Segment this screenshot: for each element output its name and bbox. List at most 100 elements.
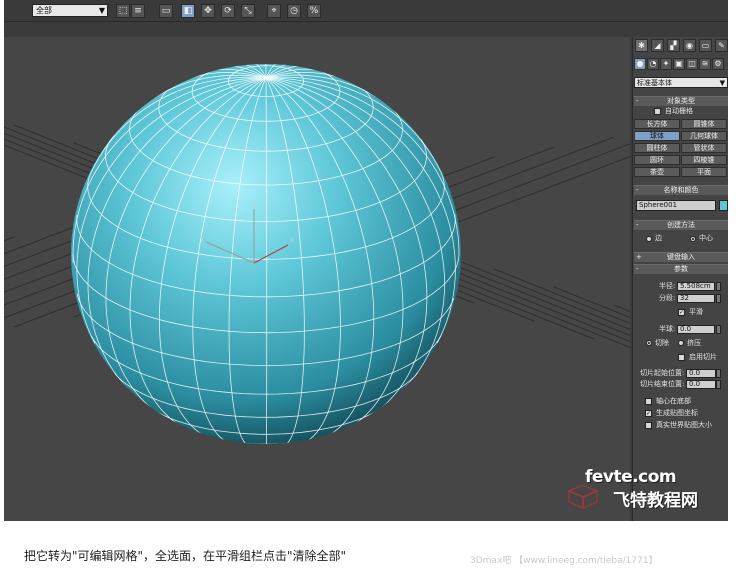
creation-method-title: 创建方法 <box>667 221 695 229</box>
expand-icon: + <box>636 253 642 261</box>
enable-slice-label: 启用切片 <box>689 353 717 361</box>
collapse-icon: - <box>636 97 639 105</box>
snap-icon[interactable]: ⌖ <box>267 4 281 18</box>
squash-radio[interactable] <box>678 340 684 346</box>
perspective-viewport[interactable]: x y z <box>4 37 630 521</box>
real-world-label: 真实世界贴图大小 <box>656 421 712 429</box>
object-type-button-7[interactable]: 四棱锥 <box>681 155 727 165</box>
geometry-icon[interactable]: ● <box>634 58 646 70</box>
viewport-canvas: x y z <box>4 64 630 444</box>
create-tab-icon[interactable]: ✱ <box>635 39 648 52</box>
autogrid-checkbox[interactable] <box>654 108 661 115</box>
chevron-down-icon: ▼ <box>719 79 725 87</box>
object-type-button-3[interactable]: 几何球体 <box>681 131 727 141</box>
main-toolbar: 全部 ▼ ⬚ ≡ ▭ ◧ ✥ ⟳ ⤡ ⌖ ◷ % <box>4 0 728 22</box>
edge-radio[interactable] <box>646 236 652 242</box>
max-screenshot: 全部 ▼ ⬚ ≡ ▭ ◧ ✥ ⟳ ⤡ ⌖ ◷ % x y z ✱ ◢ ▞ ◉ ▭… <box>4 0 728 521</box>
object-type-button-6[interactable]: 圆环 <box>634 155 680 165</box>
slice-from-spinner[interactable] <box>716 369 721 378</box>
collapse-icon: - <box>636 221 639 229</box>
modify-tab-icon[interactable]: ◢ <box>651 39 664 52</box>
spacewarps-icon[interactable]: ≋ <box>699 58 711 70</box>
object-name-input[interactable]: Sphere001 <box>636 200 716 211</box>
center-label: 中心 <box>699 234 713 242</box>
object-type-button-8[interactable]: 茶壶 <box>634 167 680 177</box>
real-world-checkbox[interactable] <box>645 422 652 429</box>
object-type-button-2[interactable]: 球体 <box>634 131 680 141</box>
category-dropdown[interactable]: 标准基本体 ▼ <box>634 77 728 88</box>
smooth-checkbox[interactable]: ✓ <box>678 309 685 316</box>
y-axis-label: y <box>200 234 204 242</box>
lights-icon[interactable]: ✦ <box>660 58 672 70</box>
motion-tab-icon[interactable]: ◉ <box>683 39 696 52</box>
select-name-icon[interactable]: ≡ <box>131 4 145 18</box>
object-type-button-9[interactable]: 平面 <box>681 167 727 177</box>
slice-to-spinner[interactable] <box>716 380 721 389</box>
chevron-down-icon: ▼ <box>98 6 105 15</box>
object-color-swatch[interactable] <box>719 200 728 211</box>
radius-label: 半径: <box>659 282 676 290</box>
object-type-button-1[interactable]: 圆锥体 <box>681 119 727 129</box>
enable-slice-checkbox[interactable] <box>678 354 685 361</box>
object-type-title: 对象类型 <box>667 97 695 105</box>
parameters-rollout[interactable]: - 参数 <box>634 264 728 274</box>
selection-filter-value: 全部 <box>36 6 52 15</box>
selection-filter-dropdown[interactable]: 全部 ▼ <box>32 4 108 17</box>
watermark: fevte.com 飞特教程网 <box>567 467 725 517</box>
smooth-label: 平滑 <box>689 308 703 316</box>
select-icon[interactable]: ⬚ <box>116 4 130 18</box>
hierarchy-tab-icon[interactable]: ▞ <box>667 39 680 52</box>
creation-method-rollout[interactable]: - 创建方法 <box>634 220 728 230</box>
helpers-icon[interactable]: ◫ <box>686 58 698 70</box>
object-type-button-4[interactable]: 圆柱体 <box>634 143 680 153</box>
slice-to-label: 切片结束位置: <box>640 380 685 388</box>
segments-spinner[interactable] <box>716 294 721 303</box>
command-panel-tabs: ✱ ◢ ▞ ◉ ▭ ✎ <box>635 39 728 53</box>
object-type-button-5[interactable]: 管状体 <box>681 143 727 153</box>
keyboard-entry-rollout[interactable]: + 键盘输入 <box>634 252 728 262</box>
squash-label: 挤压 <box>687 339 701 347</box>
object-type-rollout[interactable]: - 对象类型 <box>634 96 728 106</box>
scale-icon[interactable]: ⤡ <box>241 4 255 18</box>
slice-from-input[interactable]: 0.0 <box>686 369 716 378</box>
radius-input[interactable]: 5.508cm <box>677 282 715 291</box>
parameters-title: 参数 <box>674 265 688 273</box>
name-color-rollout[interactable]: - 名称和颜色 <box>634 185 728 195</box>
utilities-tab-icon[interactable]: ✎ <box>715 39 728 52</box>
watermark-name: 飞特教程网 <box>613 491 698 511</box>
base-pivot-label: 轴心在底部 <box>656 397 691 405</box>
edge-label: 边 <box>655 234 662 242</box>
rect-region-icon[interactable]: ▭ <box>159 4 173 18</box>
percent-snap-icon[interactable]: % <box>307 4 321 18</box>
rotate-icon[interactable]: ⟳ <box>221 4 235 18</box>
segments-label: 分段: <box>659 294 676 302</box>
slice-to-input[interactable]: 0.0 <box>686 380 716 389</box>
move-icon[interactable]: ✥ <box>201 4 215 18</box>
radius-spinner[interactable] <box>716 282 721 291</box>
watermark-url: fevte.com <box>585 467 677 487</box>
x-axis-label: x <box>290 236 294 244</box>
chop-radio[interactable] <box>646 340 652 346</box>
hemisphere-spinner[interactable] <box>716 325 721 334</box>
tutorial-caption: 把它转为"可编辑网格"，全选面，在平滑组栏点击"清除全部" <box>24 549 347 563</box>
angle-snap-icon[interactable]: ◷ <box>287 4 301 18</box>
systems-icon[interactable]: ⚙ <box>712 58 724 70</box>
window-icon[interactable]: ◧ <box>181 4 195 18</box>
shapes-icon[interactable]: ◔ <box>647 58 659 70</box>
autogrid-label: 自动栅格 <box>665 107 693 115</box>
create-subtabs: ● ◔ ✦ ▣ ◫ ≋ ⚙ <box>634 58 724 71</box>
segments-input[interactable]: 32 <box>677 294 715 303</box>
hemisphere-input[interactable]: 0.0 <box>677 325 715 334</box>
display-tab-icon[interactable]: ▭ <box>699 39 712 52</box>
chop-label: 切除 <box>655 339 669 347</box>
name-color-title: 名称和颜色 <box>663 186 699 194</box>
source-credit: 3Dmax吧 【www.lineeg.com/tieba/1771】 <box>470 556 658 566</box>
cameras-icon[interactable]: ▣ <box>673 58 685 70</box>
base-pivot-checkbox[interactable] <box>645 398 652 405</box>
object-type-button-0[interactable]: 长方体 <box>634 119 680 129</box>
category-value: 标准基本体 <box>637 79 672 87</box>
gen-map-label: 生成贴图坐标 <box>656 409 698 417</box>
center-radio[interactable] <box>690 236 696 242</box>
gen-map-checkbox[interactable]: ✓ <box>645 410 652 417</box>
slice-from-label: 切片起始位置: <box>640 369 685 377</box>
